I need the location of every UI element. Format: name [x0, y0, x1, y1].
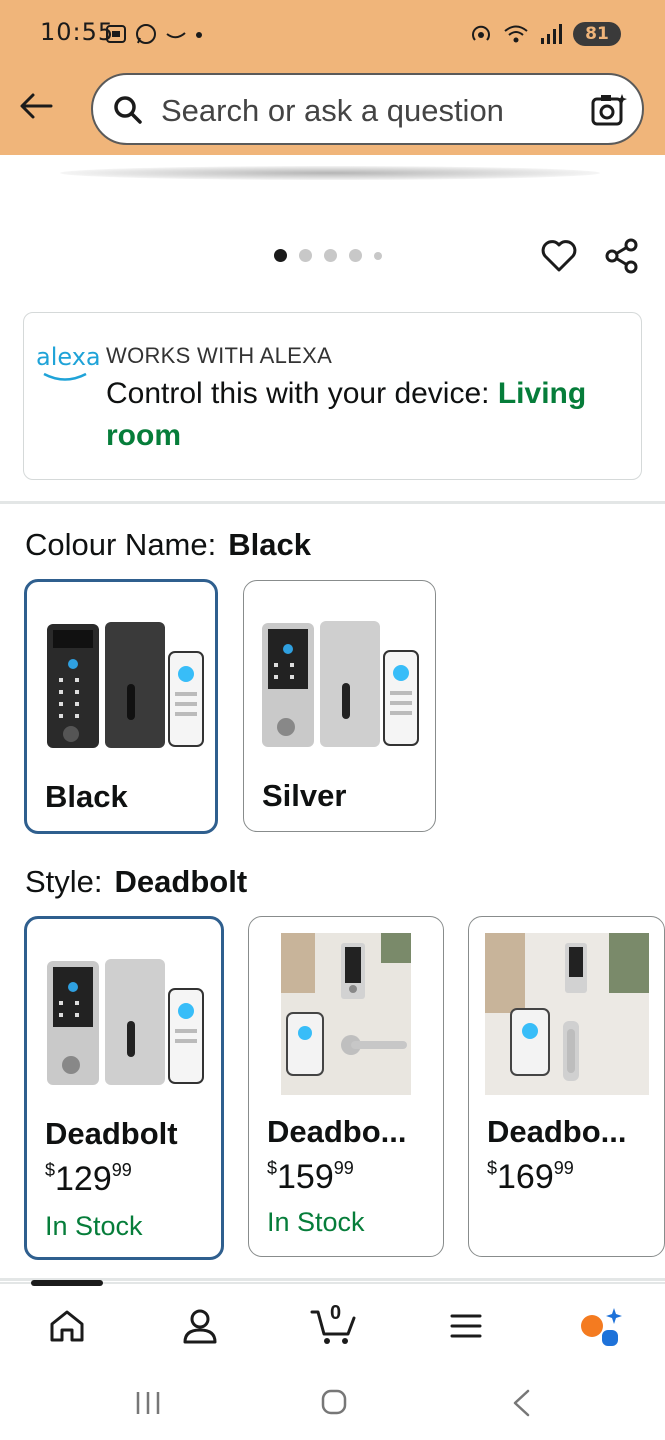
alexa-smile-icon	[43, 372, 87, 381]
notification-icons	[104, 22, 204, 46]
style-option-deadbolt[interactable]: Deadbolt $12999 In Stock	[24, 916, 224, 1260]
colour-option-silver[interactable]: Silver	[243, 580, 436, 832]
app-header: 10:55 81 Search or ask a question	[0, 0, 665, 155]
home-icon[interactable]	[47, 1306, 87, 1346]
alexa-description: Control this with your device: Living ro…	[106, 377, 587, 452]
hotspot-icon	[472, 25, 490, 41]
carousel-dot[interactable]	[374, 251, 382, 260]
wifi-icon	[504, 25, 528, 43]
style-option-price: $15999	[267, 1158, 354, 1196]
deadbolt-handleset-thumbnail	[485, 933, 649, 1095]
rufus-icon[interactable]	[576, 1306, 622, 1346]
colour-label: Colour Name: Black	[25, 527, 311, 562]
style-label: Style: Deadbolt	[25, 864, 248, 899]
image-carousel-dots[interactable]	[274, 249, 382, 262]
style-option-title: Deadbo...	[267, 1114, 407, 1149]
deadbolt-thumbnail	[47, 959, 204, 1085]
search-icon	[114, 96, 142, 124]
carousel-dot[interactable]	[349, 249, 362, 262]
status-bar: 10:55 81	[0, 0, 665, 70]
style-option-price: $16999	[487, 1158, 574, 1196]
deadbolt-lever-thumbnail	[281, 933, 411, 1095]
style-selected-value: Deadbolt	[114, 864, 248, 899]
style-option-title: Deadbo...	[487, 1114, 627, 1149]
cart-count-badge: 0	[330, 1302, 342, 1324]
style-option-title: Deadbolt	[45, 1116, 178, 1151]
silver-lock-thumbnail	[262, 621, 419, 747]
alexa-heading: WORKS WITH ALEXA	[106, 343, 333, 368]
style-option-stock: In Stock	[45, 1211, 143, 1241]
product-image-bottom	[60, 166, 600, 180]
colour-option-black[interactable]: Black	[24, 579, 218, 834]
alexa-compatibility-card[interactable]: alexa WORKS WITH ALEXA Control this with…	[23, 312, 642, 480]
share-icon[interactable]	[604, 238, 640, 274]
active-tab-indicator	[31, 1280, 103, 1286]
carousel-dot[interactable]	[299, 249, 312, 262]
style-option-stock: In Stock	[267, 1207, 365, 1237]
system-status-icons: 81	[469, 22, 621, 46]
whatsapp-notification-icon	[136, 24, 156, 44]
signal-icon	[541, 24, 562, 44]
section-divider	[0, 501, 665, 504]
style-option-deadbolt-lever[interactable]: Deadbo... $15999 In Stock	[248, 916, 444, 1257]
menu-icon[interactable]	[446, 1306, 486, 1346]
battery-indicator: 81	[573, 22, 621, 46]
camera-search-icon[interactable]	[590, 91, 628, 129]
wishlist-heart-icon[interactable]	[540, 237, 578, 275]
carousel-dot[interactable]	[324, 249, 337, 262]
style-option-price: $12999	[45, 1160, 132, 1198]
colour-selected-value: Black	[228, 527, 311, 562]
style-option-deadbolt-handleset[interactable]: Deadbo... $16999	[468, 916, 665, 1257]
account-icon[interactable]	[180, 1306, 220, 1346]
colour-option-title: Silver	[262, 778, 347, 813]
home-circle-icon[interactable]	[320, 1388, 348, 1416]
screenshot-notification-icon	[106, 25, 126, 43]
search-placeholder: Search or ask a question	[161, 93, 504, 128]
colour-option-title: Black	[45, 779, 128, 814]
arrow-left-icon	[20, 93, 53, 119]
more-notifications-icon	[196, 32, 202, 38]
back-button[interactable]	[16, 86, 56, 126]
search-input[interactable]: Search or ask a question	[91, 73, 644, 145]
carousel-dot-active[interactable]	[274, 249, 287, 262]
amazon-notification-icon	[166, 32, 186, 39]
black-lock-thumbnail	[47, 622, 204, 748]
system-back-icon[interactable]	[510, 1388, 532, 1418]
alexa-logo: alexa	[36, 343, 101, 385]
system-navigation-bar	[0, 1362, 665, 1440]
recents-icon[interactable]	[134, 1390, 162, 1416]
